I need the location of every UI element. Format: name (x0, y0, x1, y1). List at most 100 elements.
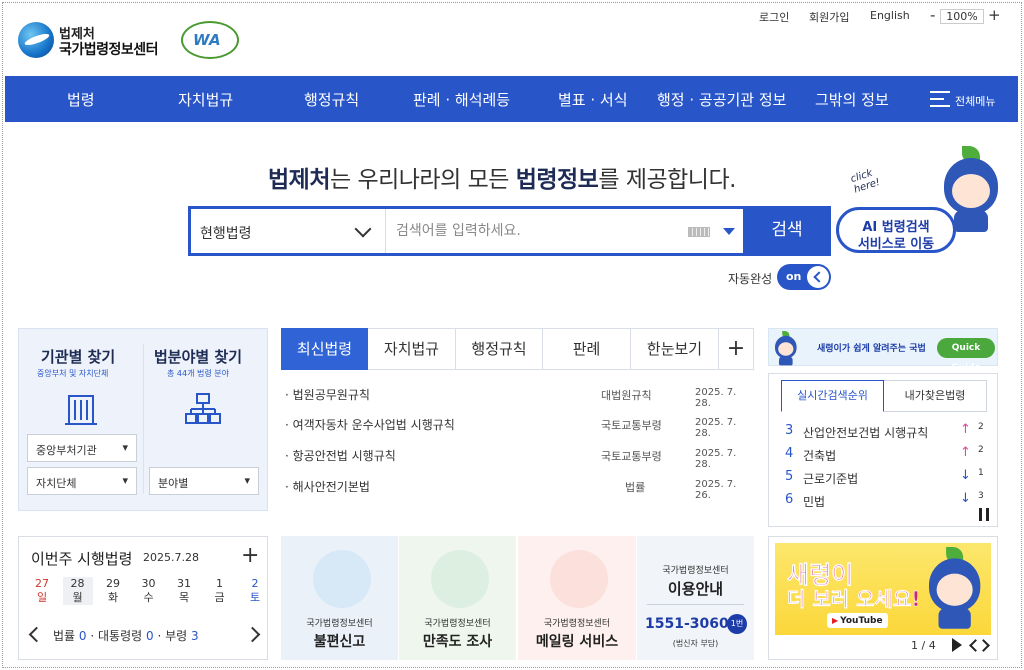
zoom-in-button[interactable]: + (988, 6, 1001, 24)
calendar-day[interactable]: 28 월 (62, 577, 93, 605)
latest-law-list: · 법원공무원규칙 대법원규칙 2025. 7. 28. · 여객자동차 운수사… (281, 378, 754, 502)
mail-laptop-icon (550, 550, 608, 608)
nav-admin-rules[interactable]: 행정규칙 (304, 89, 359, 110)
calendar-day[interactable]: 31 목 (169, 577, 199, 605)
calendar-day[interactable]: 29 화 (98, 577, 128, 605)
survey-card[interactable]: 국가법령정보센터 만족도 조사 (399, 536, 516, 660)
banner-image[interactable]: 새령이 더 보러 오세요! YouTube (775, 543, 991, 635)
search-options-dropdown-icon[interactable] (723, 228, 735, 235)
hero-headline: 법제처는 우리나라의 모든 법령정보를 제공합니다. (268, 160, 736, 194)
nav-public-agency-info[interactable]: 행정 · 공공기관 정보 (657, 89, 786, 110)
nav-other-info[interactable]: 그밖의 정보 (815, 89, 889, 110)
mailing-card[interactable]: 국가법령정보센터 메일링 서비스 (518, 536, 636, 660)
tab-admin-rules[interactable]: 행정규칙 (456, 328, 543, 370)
find-by-org-title[interactable]: 기관별 찾기 (41, 346, 115, 367)
this-week-more-button[interactable]: + (241, 543, 259, 568)
play-icon[interactable] (952, 638, 962, 652)
day-of-week: 토 (249, 591, 261, 604)
week-next-icon[interactable] (244, 626, 261, 643)
law-count[interactable]: 0 (79, 629, 87, 643)
autocomplete-toggle[interactable]: on (777, 264, 831, 290)
all-menu-label[interactable]: 전체메뉴 (955, 93, 995, 109)
search-button[interactable]: 검색 (743, 206, 831, 256)
ranking-row[interactable]: 5 근로기준법 ↓ 1 (785, 467, 995, 489)
banner-page-indicator: 1 / 4 (911, 639, 936, 652)
tab-latest-laws[interactable]: 최신법령 (281, 328, 368, 370)
calendar-day[interactable]: 2토 (240, 577, 270, 605)
card-title: 불편신고 (313, 634, 366, 650)
central-agency-select[interactable]: 중앙부처기관 (27, 434, 137, 462)
rank-law-name: 근로기준법 (803, 472, 859, 486)
list-item[interactable]: · 법원공무원규칙 대법원규칙 2025. 7. 28. (281, 378, 754, 409)
nav-laws[interactable]: 법령 (67, 89, 95, 110)
list-item[interactable]: · 해사안전기본법 법률 2025. 7. 26. (281, 470, 754, 501)
english-link[interactable]: English (870, 9, 910, 22)
law-type: 국토교통부령 (601, 450, 662, 463)
rank-number: 3 (785, 423, 794, 438)
web-accessibility-mark-icon: WA (181, 21, 239, 59)
search-scope-select[interactable]: 현행법령 (191, 209, 386, 253)
tab-local-laws[interactable]: 자치법규 (368, 328, 456, 370)
moleg-logo-icon[interactable] (18, 22, 54, 58)
promo-banner: 새령이 더 보러 오세요! YouTube 1 / 4 (768, 536, 998, 660)
card-title: 메일링 서비스 (535, 634, 619, 650)
virtual-keyboard-icon[interactable] (688, 227, 710, 237)
quick-guide-button[interactable]: Quick Guide (937, 338, 995, 373)
ai-search-button[interactable]: AI 법령검색 서비스로 이동 (836, 207, 956, 253)
find-by-field-sub: 총 44개 법령 분야 (167, 369, 229, 378)
local-gov-select[interactable]: 자치단체 (27, 467, 137, 495)
nav-precedents[interactable]: 판례 · 해석례등 (413, 89, 510, 110)
decree-count-label[interactable]: · 대통령령 (90, 629, 142, 643)
day-of-week: 금 (214, 591, 225, 604)
list-item[interactable]: · 여객자동차 운수사업법 시행규칙 국토교통부령 2025. 7. 28. (281, 408, 754, 439)
pause-icon[interactable] (979, 508, 989, 521)
quick-guide-text: 새령이가 쉽게 알려주는 국법 (817, 344, 926, 354)
rank-trend-icon: ↓ (960, 491, 971, 506)
calendar-day[interactable]: 27 일 (27, 577, 57, 605)
calendar-day[interactable]: 30 수 (134, 577, 164, 605)
logo-site-name[interactable]: 국가법령정보센터 (59, 39, 159, 59)
mascot-icon (944, 146, 998, 232)
login-link[interactable]: 로그인 (759, 9, 789, 25)
law-field-select[interactable]: 분야별 (149, 467, 259, 495)
ranking-row[interactable]: 3 산업안전보건법 시행규칙 ↑ 2 (785, 421, 995, 443)
quick-guide-banner[interactable]: 새령이가 쉽게 알려주는 국법 Quick Guide (768, 328, 998, 373)
complaint-card[interactable]: 국가법령정보센터 불편신고 (281, 536, 398, 660)
ranking-row[interactable]: 6 민법 ↓ 3 (785, 490, 995, 512)
rank-change: 3 (978, 491, 984, 501)
zoom-out-button[interactable]: - (930, 6, 935, 24)
nav-forms[interactable]: 별표 · 서식 (558, 89, 628, 110)
calendar-day[interactable]: 1금 (205, 577, 235, 605)
all-menu-icon[interactable] (930, 91, 950, 107)
list-item[interactable]: · 항공안전법 시행규칙 국토교통부령 2025. 7. 28. (281, 439, 754, 470)
wa-mark-text: WA (193, 31, 221, 49)
usage-guide-card[interactable]: 국가법령정보센터 이용안내 1551-3060 1번 (법신자 부담) (637, 536, 754, 660)
rank-trend-icon: ↑ (960, 445, 971, 460)
ranking-row[interactable]: 4 건축법 ↑ 2 (785, 444, 995, 466)
chevron-down-icon (354, 220, 372, 238)
week-prev-icon[interactable] (28, 626, 45, 643)
info-title: 이용안내 (667, 580, 724, 598)
tab-realtime-ranking[interactable]: 실시간검색순위 (781, 380, 884, 412)
tab-overview[interactable]: 한눈보기 (631, 328, 719, 370)
decree-count[interactable]: 0 (146, 629, 154, 643)
tab-precedents[interactable]: 판례 (543, 328, 631, 370)
chevron-right-icon[interactable] (977, 639, 990, 652)
day-number: 30 (141, 577, 156, 590)
ordinance-count-label[interactable]: · 부령 (157, 629, 187, 643)
law-type: 법률 (625, 481, 646, 494)
autocomplete-state: on (786, 270, 802, 283)
ordinance-count[interactable]: 3 (191, 629, 199, 643)
law-count-label[interactable]: 법률 (53, 629, 75, 643)
tab-my-laws[interactable]: 내가찾은법령 (884, 380, 987, 412)
find-by-org-sub: 중앙부처 및 자치단체 (37, 369, 109, 378)
this-week-title[interactable]: 이번주 시행법령 (31, 548, 132, 569)
mascot-icon (929, 547, 981, 629)
law-type: 대법원규칙 (601, 389, 652, 402)
law-tabs: 최신법령 자치법규 행정규칙 판례 한눈보기 + (281, 328, 754, 370)
laws-more-button[interactable]: + (719, 328, 754, 370)
search-input[interactable] (396, 217, 676, 245)
signup-link[interactable]: 회원가입 (809, 9, 849, 25)
nav-local-laws[interactable]: 자치법규 (178, 89, 233, 110)
find-by-field-title[interactable]: 법분야별 찾기 (154, 346, 242, 367)
